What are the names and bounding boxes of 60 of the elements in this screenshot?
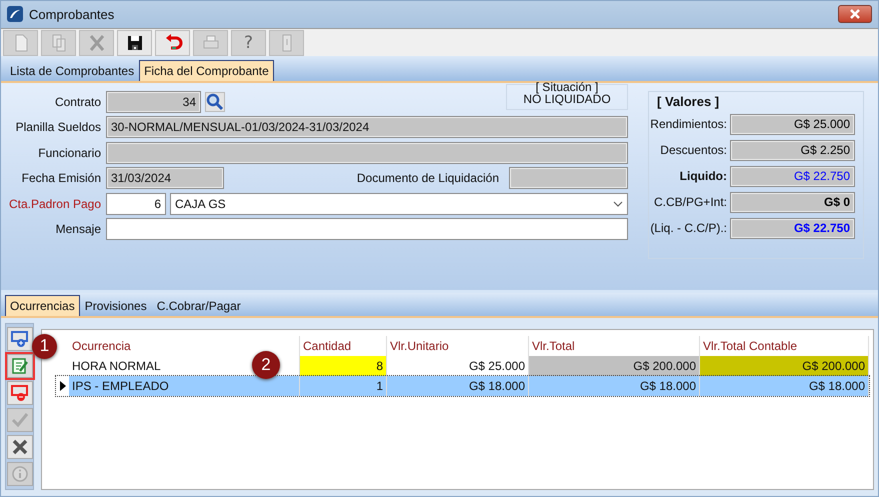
- value-field: G$ 22.750: [730, 166, 855, 187]
- field-label: Documento de Liquidación: [356, 171, 500, 186]
- document-field[interactable]: [509, 167, 628, 190]
- field-label: Fecha Emisión: [20, 171, 101, 186]
- edit-icon: [10, 356, 30, 376]
- tab[interactable]: Ficha del Comprobante: [139, 60, 274, 81]
- tab[interactable]: Provisiones: [80, 294, 152, 316]
- table-cell: G$ 200.000: [700, 356, 869, 376]
- search-button[interactable]: [205, 92, 225, 112]
- save-button[interactable]: [117, 30, 152, 56]
- table-cell: G$ 18.000: [529, 376, 700, 396]
- table-cell: G$ 18.000: [700, 376, 869, 396]
- value-label: (Liq. - C.C/P).:: [649, 221, 727, 236]
- field-label: Funcionario: [37, 146, 101, 160]
- table-cell: 1: [300, 376, 387, 396]
- info-icon: [10, 464, 30, 484]
- close-button[interactable]: [838, 5, 872, 24]
- field-label: Mensaje: [54, 222, 101, 236]
- contract-field[interactable]: 34: [106, 90, 201, 113]
- value-label: Liquido:: [678, 169, 727, 184]
- tab[interactable]: C.Cobrar/Pagar: [152, 294, 246, 316]
- message-field[interactable]: [106, 218, 628, 240]
- value-field: G$ 2.250: [730, 140, 855, 161]
- add-icon: [10, 328, 30, 349]
- status-title: [ Situación ]: [536, 80, 598, 93]
- edit-button[interactable]: [6, 354, 32, 378]
- remove-icon: [10, 382, 30, 403]
- table-cell: G$ 18.000: [387, 376, 529, 396]
- row-indicator-icon: [60, 380, 66, 391]
- search-icon: [206, 92, 224, 111]
- field-label: Contrato: [54, 94, 101, 109]
- help-icon: ?: [244, 32, 254, 53]
- group-title: [ Valores ]: [657, 94, 720, 109]
- add-button[interactable]: [6, 326, 32, 351]
- field-label: Cta.Padron Pago: [8, 196, 101, 211]
- account-dropdown[interactable]: CAJA GS: [170, 192, 628, 215]
- date-field[interactable]: 31/03/2024: [106, 167, 224, 190]
- value-field: G$ 22.750: [730, 218, 855, 239]
- field-label: Planilla Sueldos: [14, 120, 101, 134]
- window-title: Comprobantes: [29, 6, 116, 22]
- value-label: Descuentos:: [659, 143, 727, 158]
- dropdown-caret-icon: [613, 200, 623, 207]
- tab[interactable]: Lista de Comprobantes: [5, 60, 140, 81]
- value-label: Rendimientos:: [649, 117, 727, 132]
- cancel-button[interactable]: [6, 434, 32, 459]
- value-label: C.CB/PG+Int:: [652, 195, 727, 210]
- undo-button[interactable]: [155, 30, 190, 56]
- account-code-field[interactable]: 6: [106, 192, 166, 215]
- table-cell: IPS - EMPLEADO: [69, 376, 300, 396]
- value-field: G$ 25.000: [730, 114, 855, 135]
- payroll-field[interactable]: 30-NORMAL/MENSUAL-01/03/2024-31/03/2024: [106, 116, 628, 138]
- app-icon: [7, 6, 23, 22]
- value-field: G$ 0: [730, 192, 855, 213]
- tab[interactable]: Ocurrencias: [5, 294, 80, 316]
- remove-button[interactable]: [6, 380, 32, 405]
- status-value: NO LIQUIDADO: [523, 92, 611, 105]
- table-cell: 8: [300, 356, 387, 376]
- table-cell: G$ 200.000: [529, 356, 700, 376]
- close-icon: [849, 9, 861, 20]
- employee-field[interactable]: [106, 142, 628, 164]
